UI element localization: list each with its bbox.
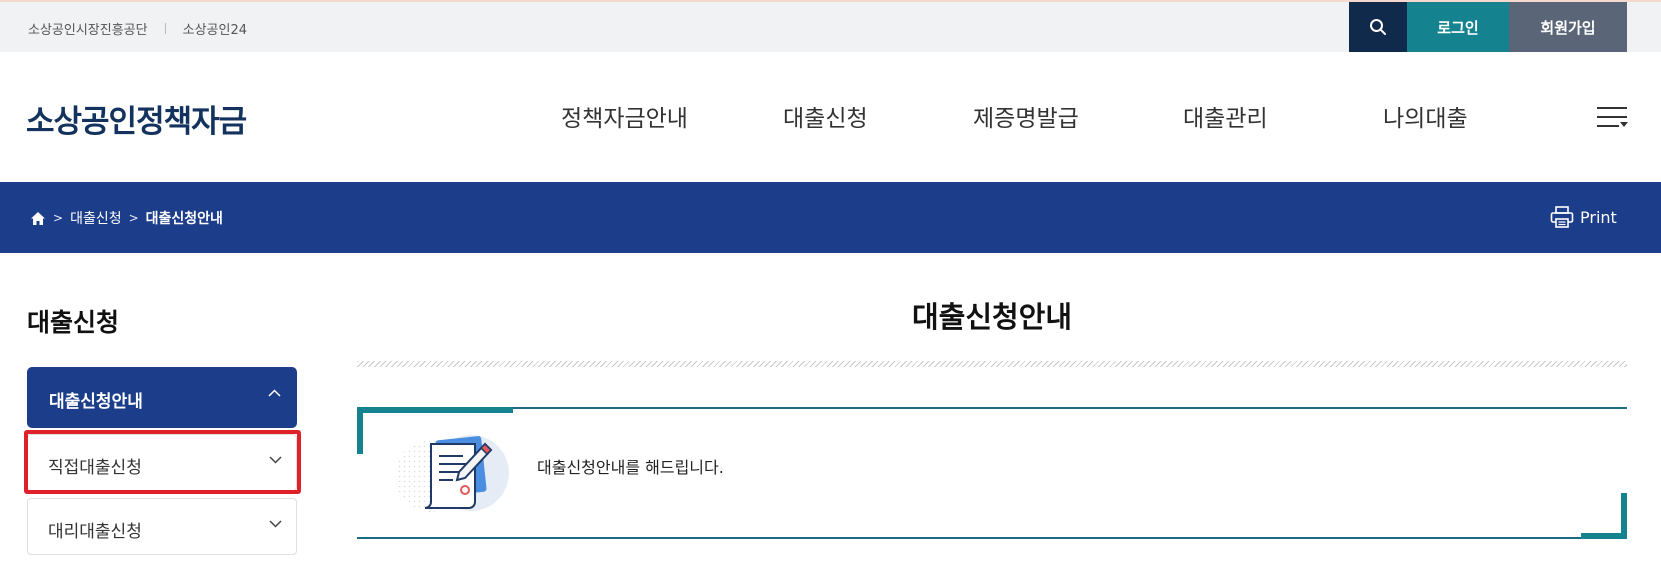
chevron-up-icon	[268, 389, 281, 397]
sidebar-item-label: 대리대출신청	[48, 522, 142, 542]
utility-links: 소상공인시장진흥공단 소상공인24	[28, 19, 247, 38]
sidebar-title: 대출신청	[27, 308, 120, 337]
home-icon[interactable]	[30, 211, 46, 226]
printer-icon	[1550, 206, 1574, 228]
breadcrumb-item[interactable]: 대출신청	[70, 208, 122, 228]
chevron-down-icon	[269, 456, 282, 464]
sidebar-item-agent-loan[interactable]: 대리대출신청	[27, 498, 297, 555]
info-text: 대출신청안내를 해드립니다.	[537, 458, 724, 477]
nav-item-loan-apply[interactable]: 대출신청	[783, 99, 868, 133]
nav-item-policy-fund[interactable]: 정책자금안내	[561, 99, 688, 133]
print-label: Print	[1580, 207, 1617, 227]
document-pen-icon	[395, 435, 509, 512]
print-button[interactable]: Print	[1550, 206, 1617, 228]
breadcrumb-current: 대출신청안내	[145, 211, 223, 227]
sidebar-item-label: 대출신청안내	[49, 392, 143, 412]
nav-item-certificates[interactable]: 제증명발급	[973, 99, 1079, 133]
separator	[164, 23, 166, 34]
sidebar-item-loan-guide[interactable]: 대출신청안내	[27, 367, 297, 428]
menu-icon[interactable]	[1597, 105, 1629, 129]
info-box: 대출신청안내를 해드립니다.	[357, 407, 1627, 539]
breadcrumb: > 대출신청 > 대출신청안내	[30, 208, 223, 228]
utility-buttons: 로그인 회원가입	[1349, 2, 1627, 54]
page-title: 대출신청안내	[911, 300, 1073, 334]
link-sbiz24[interactable]: 소상공인24	[183, 19, 247, 38]
utility-bar: 소상공인시장진흥공단 소상공인24 로그인 회원가입	[0, 0, 1661, 52]
search-button[interactable]	[1349, 2, 1407, 52]
breadcrumb-separator: >	[53, 211, 64, 225]
join-button[interactable]: 회원가입	[1509, 2, 1627, 52]
login-button[interactable]: 로그인	[1407, 2, 1509, 52]
breadcrumb-separator: >	[128, 211, 139, 225]
breadcrumb-bar: > 대출신청 > 대출신청안내 Print	[0, 182, 1661, 253]
nav-item-my-loan[interactable]: 나의대출	[1383, 99, 1468, 133]
site-header: 소상공인정책자금 정책자금안내 대출신청 제증명발급 대출관리 나의대출	[0, 52, 1661, 182]
nav-item-loan-manage[interactable]: 대출관리	[1183, 99, 1268, 133]
link-semas[interactable]: 소상공인시장진흥공단	[28, 19, 148, 38]
site-logo[interactable]: 소상공인정책자금	[26, 96, 247, 141]
chevron-down-icon	[269, 520, 282, 528]
sidebar-item-label: 직접대출신청	[48, 458, 142, 478]
sidebar-item-direct-loan[interactable]: 직접대출신청	[27, 434, 297, 491]
search-icon	[1370, 19, 1386, 35]
divider	[357, 361, 1627, 367]
